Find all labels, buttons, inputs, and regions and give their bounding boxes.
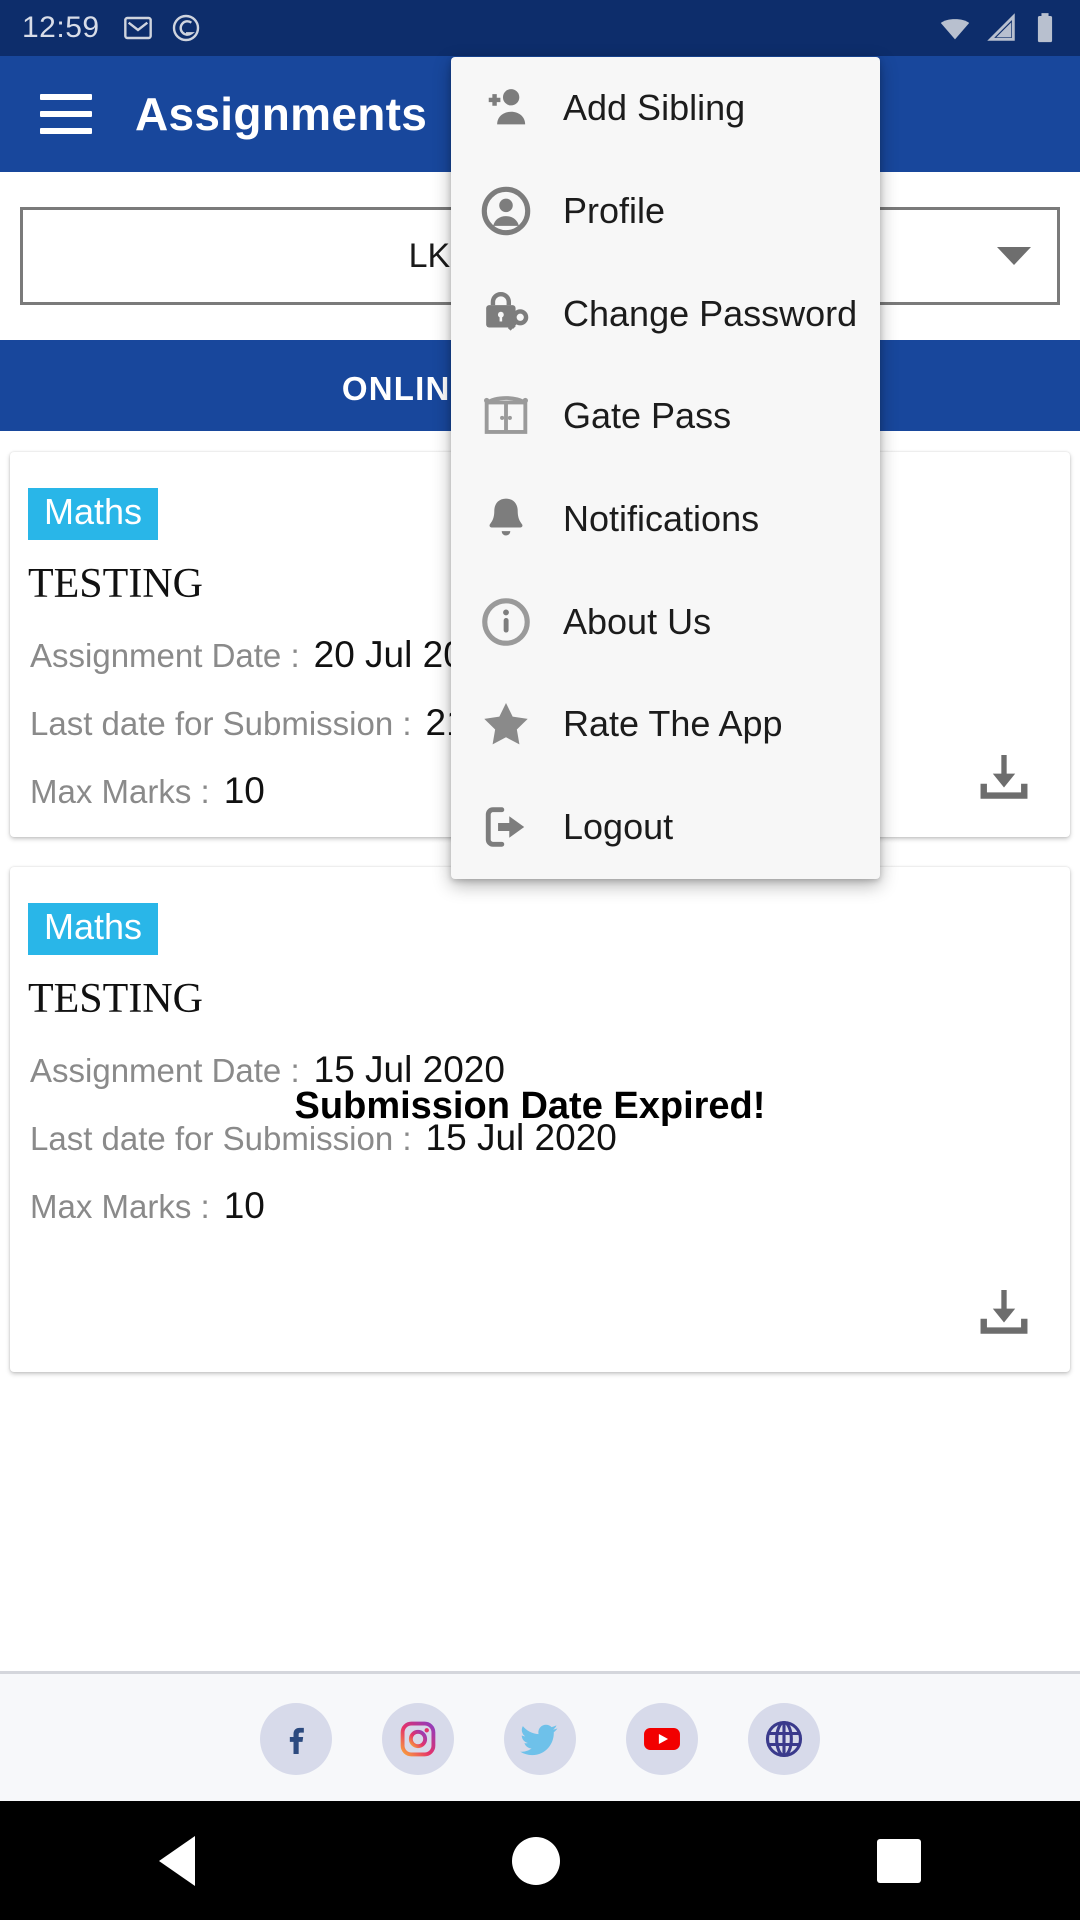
menu-item-label: Rate The App — [563, 703, 783, 745]
menu-item-label: Logout — [563, 806, 674, 848]
overflow-menu: Add Sibling Profile Change Password Gate… — [451, 57, 880, 879]
gmail-icon — [123, 16, 152, 40]
hamburger-line — [40, 94, 92, 100]
dropdown-caret-icon — [997, 247, 1031, 265]
page-title: Assignments — [135, 88, 428, 140]
twitter-icon[interactable] — [504, 1703, 576, 1775]
menu-item-label: Notifications — [563, 498, 760, 540]
status-bar: 12:59 — [0, 0, 1080, 56]
menu-item-logout[interactable]: Logout — [451, 776, 880, 879]
logout-icon — [475, 799, 537, 855]
youtube-icon[interactable] — [626, 1703, 698, 1775]
globe-glyph — [765, 1720, 803, 1758]
last-date-label: Last date for Submission : — [30, 705, 412, 742]
logout-glyph — [485, 807, 525, 847]
menu-item-about-us[interactable]: About Us — [451, 570, 880, 673]
bell-glyph — [489, 498, 523, 536]
instagram-glyph — [400, 1721, 436, 1757]
download-icon[interactable] — [972, 747, 1036, 811]
twitter-glyph — [520, 1724, 558, 1756]
lock-key-icon — [475, 286, 537, 342]
facebook-icon[interactable] — [260, 1703, 332, 1775]
menu-item-label: Change Password — [563, 292, 858, 334]
bell-icon — [475, 493, 537, 545]
menu-item-rate-the-app[interactable]: Rate The App — [451, 673, 880, 776]
lock-key-glyph — [486, 291, 529, 331]
menu-item-label: Gate Pass — [563, 395, 732, 437]
app-screen: 12:59 Assignments LKG ONLINE Maths TESTI… — [0, 0, 1080, 1920]
gate-glyph — [484, 396, 528, 435]
facebook-glyph — [289, 1727, 304, 1754]
submission-expired-banner: Submission Date Expired! — [294, 1085, 766, 1127]
gate-icon — [475, 387, 537, 445]
subject-badge: Maths — [28, 488, 159, 540]
back-triangle-icon[interactable] — [158, 1835, 195, 1886]
assignment-title: TESTING — [28, 976, 203, 1022]
screenshot-capture-icon — [172, 14, 199, 42]
signal-icon — [987, 13, 1015, 41]
add-person-glyph — [488, 89, 526, 125]
download-glyph — [980, 1290, 1028, 1334]
menu-item-label: Profile — [563, 190, 666, 232]
subject-badge: Maths — [28, 903, 159, 955]
max-marks-label: Max Marks : — [30, 773, 210, 810]
download-icon[interactable] — [972, 1282, 1036, 1346]
account-circle-icon — [475, 183, 537, 239]
menu-item-add-sibling[interactable]: Add Sibling — [451, 57, 880, 160]
home-circle-icon[interactable] — [511, 1836, 560, 1885]
footer-bar — [0, 1671, 1080, 1801]
social-links-row — [0, 1674, 1080, 1804]
menu-item-notifications[interactable]: Notifications — [451, 468, 880, 571]
max-marks-row: Max Marks : 10 — [30, 1185, 1070, 1227]
star-icon — [475, 696, 537, 752]
android-nav-bar — [0, 1801, 1080, 1920]
menu-item-gate-pass[interactable]: Gate Pass — [451, 365, 880, 468]
instagram-icon[interactable] — [382, 1703, 454, 1775]
max-marks-value: 10 — [223, 770, 265, 811]
info-circle-glyph — [482, 597, 530, 646]
status-bar-clock: 12:59 — [22, 11, 100, 44]
website-globe-icon[interactable] — [748, 1703, 820, 1775]
youtube-glyph — [644, 1728, 680, 1750]
status-bar-system-icons — [938, 11, 1058, 45]
menu-item-profile[interactable]: Profile — [451, 160, 880, 263]
account-circle-glyph — [481, 186, 531, 236]
hamburger-line — [40, 111, 92, 117]
max-marks-label: Max Marks : — [30, 1188, 210, 1225]
assignment-date-label: Assignment Date : — [30, 637, 300, 674]
download-glyph — [980, 755, 1028, 799]
hamburger-line — [40, 128, 92, 134]
info-circle-icon — [475, 594, 537, 650]
battery-icon — [1037, 13, 1053, 43]
hamburger-menu-icon[interactable] — [40, 94, 92, 134]
wifi-icon — [940, 19, 970, 40]
add-person-icon — [475, 80, 537, 136]
status-bar-notification-icons — [122, 12, 202, 44]
menu-item-label: About Us — [563, 600, 712, 642]
menu-item-label: Add Sibling — [563, 87, 746, 129]
star-glyph — [484, 703, 528, 745]
menu-item-change-password[interactable]: Change Password — [451, 262, 880, 365]
max-marks-value: 10 — [223, 1185, 265, 1226]
recents-square-icon[interactable] — [877, 1838, 922, 1883]
